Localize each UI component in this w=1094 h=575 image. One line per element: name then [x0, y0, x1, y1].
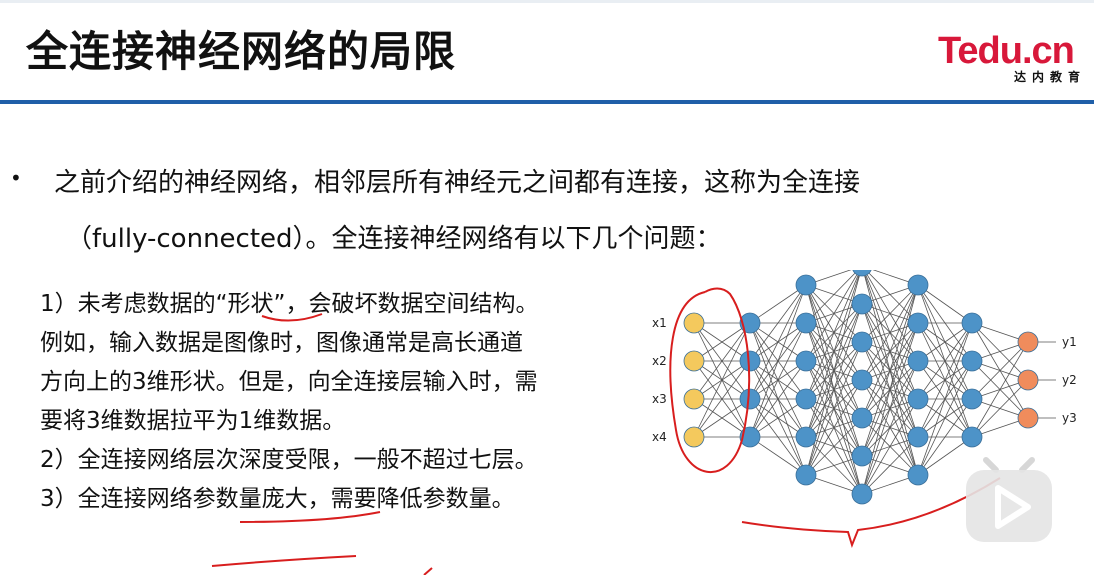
- hidden-node: [795, 312, 817, 334]
- network-edge: [971, 341, 1029, 400]
- input-node: [683, 426, 705, 448]
- tedu-logo: Tedu.cn 达内教育: [938, 30, 1094, 90]
- issue-1-line-3: 方向上的3维形状。但是，向全连接层输入时，需: [40, 369, 538, 395]
- hidden-node: [851, 293, 873, 315]
- issues-list: 1）未考虑数据的“形状”，会破坏数据空间结构。 例如，输入数据是图像时，图像通常…: [40, 285, 640, 519]
- output-label: y3: [1062, 411, 1077, 425]
- hidden-node: [961, 426, 983, 448]
- hidden-node: [907, 464, 929, 486]
- hidden-node: [907, 388, 929, 410]
- input-label: x1: [652, 316, 667, 330]
- hidden-node: [851, 407, 873, 429]
- output-node: [1017, 407, 1039, 429]
- input-label: x2: [652, 354, 667, 368]
- issue-1-line-1: 1）未考虑数据的“形状”，会破坏数据空间结构。: [40, 291, 539, 317]
- hidden-node: [739, 312, 761, 334]
- stroke-mark: [423, 567, 433, 575]
- title-underline: [0, 100, 1094, 104]
- hidden-node: [795, 350, 817, 372]
- play-icon[interactable]: [958, 448, 1060, 548]
- hidden-node: [795, 464, 817, 486]
- hidden-node: [739, 350, 761, 372]
- hidden-node: [851, 483, 873, 505]
- issue-2: 2）全连接网络层次深度受限，一般不超过七层。: [40, 447, 538, 473]
- slide-title: 全连接神经网络的局限: [26, 27, 457, 76]
- hidden-node: [795, 388, 817, 410]
- hidden-node: [795, 274, 817, 296]
- input-node: [683, 350, 705, 372]
- bullet-dot: •: [10, 166, 22, 190]
- network-edge: [861, 322, 919, 495]
- top-border: [0, 0, 1094, 3]
- issue-1-line-2: 例如，输入数据是图像时，图像通常是高长通道: [40, 330, 523, 356]
- hidden-node: [907, 426, 929, 448]
- network-edge: [861, 284, 919, 457]
- input-node: [683, 388, 705, 410]
- hidden-node: [907, 312, 929, 334]
- hidden-node: [961, 350, 983, 372]
- hidden-node: [852, 270, 872, 277]
- output-label: y2: [1062, 373, 1077, 387]
- slide-header: 全连接神经网络的局限 Tedu.cn 达内教育: [0, 0, 1094, 104]
- hidden-node: [961, 312, 983, 334]
- output-node: [1017, 331, 1039, 353]
- issue-1-line-4: 要将3维数据拉平为1维数据。: [40, 408, 346, 434]
- underline-params: [211, 555, 357, 567]
- output-node: [1017, 369, 1039, 391]
- input-node: [683, 312, 705, 334]
- hidden-node: [739, 426, 761, 448]
- hidden-node: [795, 426, 817, 448]
- intro-line-1: 之前介绍的神经网络，相邻层所有神经元之间都有连接，这称为全连接: [54, 168, 861, 198]
- hidden-node: [851, 331, 873, 353]
- intro-line-2: （fully-connected）。全连接神经网络有以下几个问题：: [66, 224, 722, 254]
- output-label: y1: [1062, 335, 1077, 349]
- hidden-node: [851, 369, 873, 391]
- network-edge: [861, 436, 919, 495]
- logo-wordmark: Tedu.cn: [938, 30, 1075, 72]
- hidden-node: [739, 388, 761, 410]
- hidden-node: [851, 445, 873, 467]
- logo-subtitle: 达内教育: [1014, 70, 1087, 84]
- hidden-node: [907, 274, 929, 296]
- input-label: x3: [652, 392, 667, 406]
- hidden-node: [961, 388, 983, 410]
- network-edge: [861, 284, 919, 495]
- network-edge: [971, 379, 1029, 438]
- issue-3: 3）全连接网络参数量庞大，需要降低参数量。: [40, 486, 515, 512]
- hidden-node: [907, 350, 929, 372]
- network-edge: [749, 284, 807, 400]
- input-label: x4: [652, 430, 667, 444]
- network-edge: [805, 303, 863, 476]
